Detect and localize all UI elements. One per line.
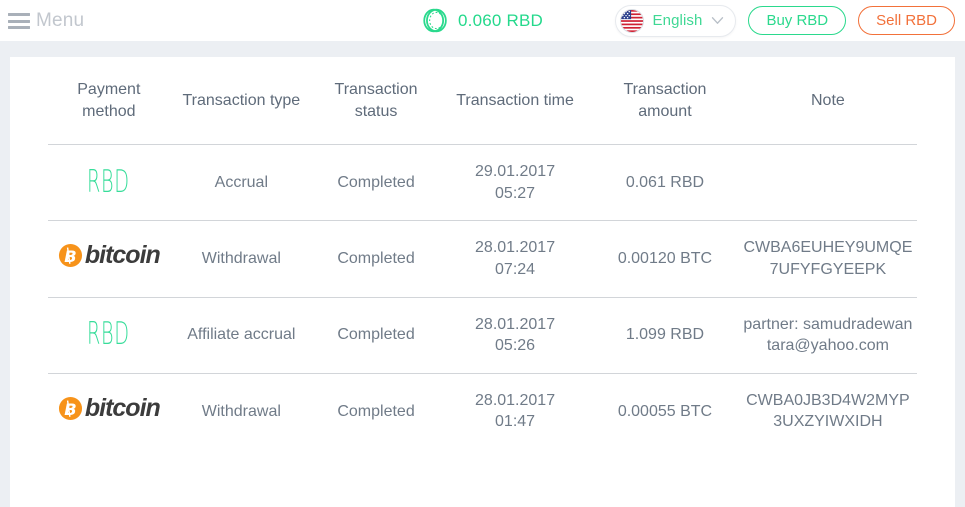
column-header-transaction-time: Transaction time xyxy=(456,91,574,109)
bitcoin-coin-icon: B xyxy=(58,244,82,268)
top-bar: Menu 0.060 RBD English Buy RBD Sell RBD xyxy=(0,0,965,41)
rbd-logo: RBD xyxy=(87,163,131,200)
transactions-body: RBD Accrual Completed 29.01.2017 05:27 0.061 … xyxy=(48,144,917,449)
menu-label: Menu xyxy=(36,9,85,31)
table-row[interactable]: RBD Accrual Completed 29.01.2017 05:27 0.061 … xyxy=(48,144,917,221)
cell-transaction-type: Withdrawal xyxy=(169,220,314,298)
cell-payment-method: RBD xyxy=(48,144,170,221)
buy-rbd-button[interactable]: Buy RBD xyxy=(748,6,847,35)
transaction-date: 28.01.2017 xyxy=(475,315,556,333)
cell-transaction-time: 28.01.2017 07:24 xyxy=(439,220,592,298)
table-header-row: Payment method Transaction type Transact… xyxy=(48,57,917,145)
cell-note xyxy=(738,144,917,221)
cell-transaction-time: 28.01.2017 01:47 xyxy=(439,372,592,449)
balance-amount: 0.060 RBD xyxy=(458,10,543,30)
transaction-clock-time: 07:24 xyxy=(495,260,536,278)
transactions-card: Payment method Transaction type Transact… xyxy=(10,57,955,507)
sell-rbd-button[interactable]: Sell RBD xyxy=(858,6,955,35)
table-row[interactable]: RBD Affiliate accrual Completed 28.01.2017 0… xyxy=(48,296,917,374)
svg-text:B: B xyxy=(64,247,76,266)
column-header-transaction-status: Transaction status xyxy=(334,81,418,120)
bitcoin-wordmark: bitcoin xyxy=(84,241,161,270)
language-selector[interactable]: English xyxy=(614,4,737,37)
cell-transaction-amount: 0.00055 BTC xyxy=(591,372,739,449)
cell-payment-method: RBD xyxy=(48,296,170,374)
status-badge: Completed xyxy=(313,372,440,449)
rbd-logo: RBD xyxy=(87,316,131,353)
transaction-date: 28.01.2017 xyxy=(475,391,556,409)
cell-transaction-type: Withdrawal xyxy=(169,372,314,449)
menu-button[interactable]: Menu xyxy=(8,10,84,32)
column-header-transaction-amount: Transaction amount xyxy=(623,81,707,120)
status-badge: Completed xyxy=(313,296,440,374)
top-bar-right: English Buy RBD Sell RBD xyxy=(614,4,955,37)
cell-note: CWBA0JB3D4W2MYP3UXZYIWXIDH xyxy=(738,372,917,449)
chevron-down-icon xyxy=(712,17,724,24)
cell-note: CWBA6EUHEY9UMQE7UFYFGYEEPK xyxy=(738,220,917,298)
bitcoin-logo: Bbitcoin xyxy=(58,393,161,422)
hamburger-icon xyxy=(8,12,30,29)
cell-transaction-amount: 0.00120 BTC xyxy=(591,220,739,298)
transaction-date: 29.01.2017 xyxy=(475,163,556,181)
us-flag-icon xyxy=(619,8,644,33)
cell-transaction-type: Accrual xyxy=(169,144,314,221)
table-row[interactable]: Bbitcoin Withdrawal Completed 28.01.2017 01:… xyxy=(48,372,917,449)
bitcoin-coin-icon: B xyxy=(58,396,82,420)
transactions-table: Payment method Transaction type Transact… xyxy=(48,57,917,449)
cell-transaction-type: Affiliate accrual xyxy=(169,296,314,374)
cell-transaction-amount: 0.061 RBD xyxy=(591,144,739,221)
cell-payment-method: Bbitcoin xyxy=(48,220,170,298)
cell-note: partner: samudradewantara@yahoo.com xyxy=(738,296,917,374)
status-badge: Completed xyxy=(313,144,440,221)
transaction-clock-time: 05:27 xyxy=(495,184,536,202)
cell-transaction-time: 29.01.2017 05:27 xyxy=(439,144,592,221)
rbd-coin-icon xyxy=(423,8,447,33)
svg-text:B: B xyxy=(64,399,76,418)
transaction-date: 28.01.2017 xyxy=(475,239,556,257)
column-header-payment-method: Payment method xyxy=(77,81,141,120)
bitcoin-logo: Bbitcoin xyxy=(58,241,161,270)
column-header-note: Note xyxy=(811,91,845,109)
column-header-transaction-type: Transaction type xyxy=(182,91,301,109)
table-row[interactable]: Bbitcoin Withdrawal Completed 28.01.2017 07:… xyxy=(48,220,917,298)
transaction-clock-time: 05:26 xyxy=(495,337,536,355)
bitcoin-wordmark: bitcoin xyxy=(84,393,161,422)
page-band xyxy=(0,41,965,57)
cell-payment-method: Bbitcoin xyxy=(48,372,170,449)
cell-transaction-time: 28.01.2017 05:26 xyxy=(439,296,592,374)
transaction-clock-time: 01:47 xyxy=(495,413,536,431)
status-badge: Completed xyxy=(313,220,440,298)
content-area: Payment method Transaction type Transact… xyxy=(0,57,965,507)
cell-transaction-amount: 1.099 RBD xyxy=(591,296,739,374)
language-label: English xyxy=(652,12,703,29)
